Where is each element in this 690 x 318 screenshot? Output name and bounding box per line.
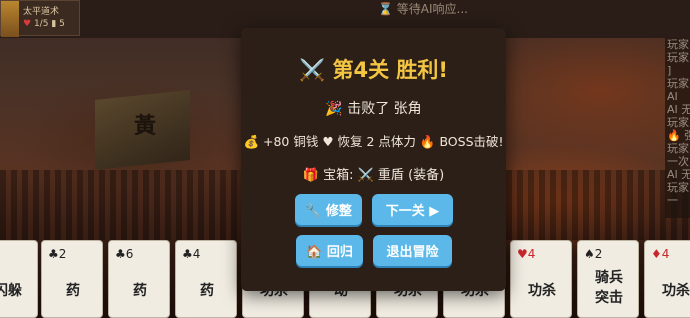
- victory-title: ⚔️ 第4关 胜利!: [299, 58, 448, 82]
- log-line: 玩家: [667, 77, 689, 90]
- player-stats: ♥ 1/5 ▮ 5: [23, 19, 65, 29]
- log-line: AI 无: [667, 103, 690, 116]
- waiting-status: ⌛ 等待AI响应...: [378, 2, 468, 16]
- return-button[interactable]: 🏠 回归: [296, 235, 363, 266]
- card-name: 药: [133, 283, 147, 299]
- exit-adventure-button[interactable]: 退出冒险: [373, 235, 452, 266]
- log-line: 一: [667, 194, 678, 207]
- card-suit: ♣4: [182, 247, 201, 261]
- log-line: 🔥 强: [667, 129, 690, 142]
- card-suit: ♣2: [48, 247, 67, 261]
- heart-icon: ♥: [23, 19, 32, 29]
- flag-character: 黃: [134, 113, 157, 139]
- chest-reward: 🎁 宝箱: ⚔️ 重盾 (装备): [302, 168, 445, 183]
- player-name: 太平道术: [23, 7, 60, 17]
- boss-reward: 🔥 BOSS击破!: [419, 134, 504, 149]
- card-name: 药: [200, 283, 214, 299]
- battle-log-panel[interactable]: 玩家 玩家 ] 玩家 AI AI 无 玩家 🔥 强 玩家 一次 AI 无 玩家 …: [665, 38, 690, 218]
- hand-card[interactable]: ♣4 药: [175, 240, 237, 318]
- card-suit: ♠2: [584, 247, 603, 261]
- card-suit: ♥4: [517, 247, 536, 261]
- log-line: 玩家: [667, 142, 689, 155]
- defeated-enemy-text: 🎉 击败了 张角: [325, 101, 422, 117]
- card-count-icon: ▮: [51, 19, 57, 29]
- player-card-count: 5: [59, 19, 65, 29]
- card-name: 闪躲: [0, 283, 22, 299]
- card-name: 骑兵 突击: [595, 270, 623, 306]
- card-name: 功杀: [528, 283, 556, 299]
- log-line: AI 无: [667, 168, 690, 181]
- log-line: AI: [667, 90, 678, 103]
- card-name: 功杀: [662, 283, 690, 299]
- log-line: 一次: [667, 155, 689, 168]
- log-line: ]: [667, 64, 672, 77]
- log-line: 玩家: [667, 181, 689, 194]
- hand-card[interactable]: ♥4 功杀: [510, 240, 572, 318]
- victory-dialog: ⚔️ 第4关 胜利! 🎉 击败了 张角 💰 +80 铜钱 ♥ 恢复 2 点体力 …: [241, 28, 506, 291]
- card-name: 药: [66, 283, 80, 299]
- rewards-line: 💰 +80 铜钱 ♥ 恢复 2 点体力 🔥 BOSS击破!: [235, 131, 512, 150]
- log-line: 玩家: [667, 38, 689, 51]
- hand-card[interactable]: ♦4 功杀: [644, 240, 690, 318]
- player-hp: 1/5: [33, 19, 49, 29]
- card-suit: ♣6: [115, 247, 134, 261]
- hand-card[interactable]: ♣2 药: [41, 240, 103, 318]
- log-line: 玩家: [667, 51, 689, 64]
- next-level-button[interactable]: 下一关 ▶: [372, 194, 453, 225]
- repair-button[interactable]: 🔧 修整: [295, 194, 362, 225]
- player-info-panel[interactable]: 太平道术 ♥ 1/5 ▮ 5: [0, 0, 80, 37]
- heal-reward: ♥ 恢复 2 点体力: [322, 134, 416, 149]
- avatar: [1, 1, 19, 37]
- hand-card[interactable]: ♠2 骑兵 突击: [577, 240, 639, 318]
- hand-card[interactable]: 闪躲: [0, 240, 38, 318]
- coin-reward: 💰 +80 铜钱: [243, 134, 319, 149]
- log-line: 玩家: [667, 116, 689, 129]
- hand-card[interactable]: ♣6 药: [108, 240, 170, 318]
- card-suit: ♦4: [651, 247, 670, 261]
